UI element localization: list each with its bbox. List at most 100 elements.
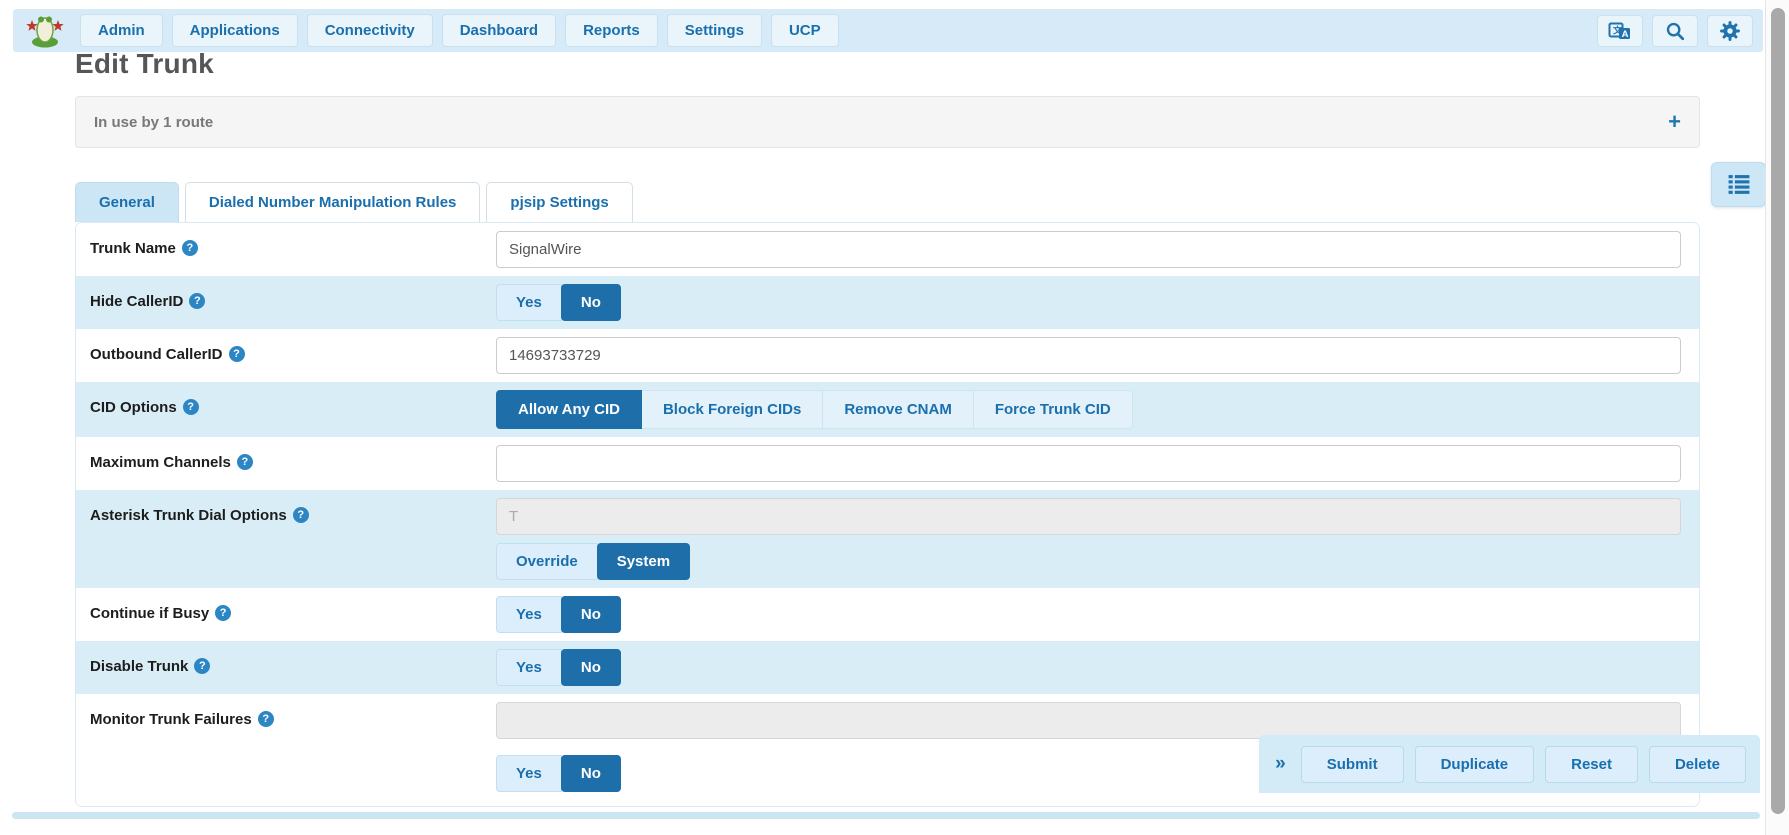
- monitor-trunk-failures-toggle: Yes No: [496, 755, 621, 792]
- label-text: Hide CallerID: [90, 293, 183, 310]
- label-text: Outbound CallerID: [90, 346, 223, 363]
- monitor-trunk-failures-input: [496, 702, 1681, 739]
- dial-options-row: Asterisk Trunk Dial Options? Override Sy…: [76, 490, 1699, 588]
- monitor-trunk-failures-label: Monitor Trunk Failures?: [90, 702, 496, 728]
- top-navbar: Admin Applications Connectivity Dashboar…: [13, 9, 1763, 52]
- dial-options-system-button[interactable]: System: [597, 543, 690, 580]
- disable-trunk-no-button[interactable]: No: [561, 649, 621, 686]
- help-icon[interactable]: ?: [258, 711, 274, 727]
- dial-options-input: [496, 498, 1681, 535]
- search-button[interactable]: [1652, 15, 1698, 47]
- disable-trunk-toggle: Yes No: [496, 649, 621, 686]
- tab-pjsip-settings[interactable]: pjsip Settings: [486, 182, 632, 222]
- monitor-failures-yes-button[interactable]: Yes: [496, 755, 562, 792]
- label-text: Asterisk Trunk Dial Options: [90, 507, 287, 524]
- cid-option-force-trunk-cid[interactable]: Force Trunk CID: [973, 390, 1133, 429]
- footer-divider: [12, 812, 1760, 819]
- main-content: Edit Trunk In use by 1 route + General D…: [75, 48, 1700, 807]
- tab-bar: General Dialed Number Manipulation Rules…: [75, 182, 1700, 222]
- nav-item-applications[interactable]: Applications: [172, 14, 298, 47]
- usage-text: In use by 1 route: [94, 114, 213, 131]
- hide-callerid-toggle: Yes No: [496, 284, 621, 321]
- disable-trunk-label: Disable Trunk?: [90, 649, 496, 675]
- continue-if-busy-yes-button[interactable]: Yes: [496, 596, 562, 633]
- disable-trunk-yes-button[interactable]: Yes: [496, 649, 562, 686]
- hide-callerid-row: Hide CallerID? Yes No: [76, 276, 1699, 329]
- continue-if-busy-row: Continue if Busy? Yes No: [76, 588, 1699, 641]
- label-text: Disable Trunk: [90, 658, 188, 675]
- hide-callerid-label: Hide CallerID?: [90, 284, 496, 310]
- outbound-callerid-row: Outbound CallerID?: [76, 329, 1699, 382]
- action-bar: » Submit Duplicate Reset Delete: [1259, 735, 1760, 793]
- label-text: Continue if Busy: [90, 605, 209, 622]
- help-icon[interactable]: ?: [229, 346, 245, 362]
- cid-options-label: CID Options?: [90, 390, 496, 416]
- search-icon: [1665, 21, 1685, 41]
- dial-options-override-button[interactable]: Override: [496, 543, 598, 580]
- language-button[interactable]: 文 A: [1597, 15, 1643, 47]
- frog-logo-icon: [25, 13, 65, 49]
- continue-if-busy-label: Continue if Busy?: [90, 596, 496, 622]
- help-icon[interactable]: ?: [194, 658, 210, 674]
- trunk-name-row: Trunk Name?: [76, 223, 1699, 276]
- general-settings-form: Trunk Name? Hide CallerID? Yes No: [75, 222, 1700, 807]
- maximum-channels-row: Maximum Channels?: [76, 437, 1699, 490]
- nav-icon-group: 文 A: [1597, 15, 1753, 47]
- nav-item-dashboard[interactable]: Dashboard: [442, 14, 556, 47]
- nav-item-ucp[interactable]: UCP: [771, 14, 839, 47]
- sidebar-list-button[interactable]: [1711, 162, 1766, 207]
- dial-options-label: Asterisk Trunk Dial Options?: [90, 498, 496, 524]
- cid-option-allow-any-cid[interactable]: Allow Any CID: [496, 390, 642, 429]
- hide-callerid-no-button[interactable]: No: [561, 284, 621, 321]
- label-text: Maximum Channels: [90, 454, 231, 471]
- settings-button[interactable]: [1707, 15, 1753, 47]
- label-text: CID Options: [90, 399, 177, 416]
- language-icon: 文 A: [1608, 21, 1632, 41]
- cid-options-row: CID Options? Allow Any CID Block Foreign…: [76, 382, 1699, 437]
- trunk-name-input[interactable]: [496, 231, 1681, 268]
- freepbx-logo[interactable]: [23, 12, 67, 50]
- outbound-callerid-input[interactable]: [496, 337, 1681, 374]
- cid-option-block-foreign-cids[interactable]: Block Foreign CIDs: [641, 390, 823, 429]
- hide-callerid-yes-button[interactable]: Yes: [496, 284, 562, 321]
- help-icon[interactable]: ?: [237, 454, 253, 470]
- svg-text:A: A: [1622, 29, 1629, 40]
- dial-options-toggle: Override System: [496, 543, 690, 580]
- trunk-name-label: Trunk Name?: [90, 231, 496, 257]
- disable-trunk-row: Disable Trunk? Yes No: [76, 641, 1699, 694]
- outbound-callerid-label: Outbound CallerID?: [90, 337, 496, 363]
- nav-item-reports[interactable]: Reports: [565, 14, 658, 47]
- usage-panel[interactable]: In use by 1 route +: [75, 96, 1700, 148]
- help-icon[interactable]: ?: [189, 293, 205, 309]
- nav-item-admin[interactable]: Admin: [80, 14, 163, 47]
- page: Admin Applications Connectivity Dashboar…: [0, 0, 1789, 835]
- empty-label: [90, 755, 496, 764]
- label-text: Monitor Trunk Failures: [90, 711, 252, 728]
- continue-if-busy-no-button[interactable]: No: [561, 596, 621, 633]
- reset-button[interactable]: Reset: [1545, 746, 1638, 783]
- nav-item-settings[interactable]: Settings: [667, 14, 762, 47]
- maximum-channels-input[interactable]: [496, 445, 1681, 482]
- help-icon[interactable]: ?: [215, 605, 231, 621]
- help-icon[interactable]: ?: [182, 240, 198, 256]
- gear-icon: [1719, 20, 1741, 42]
- tab-dialed-number-manipulation-rules[interactable]: Dialed Number Manipulation Rules: [185, 182, 481, 222]
- list-icon: [1726, 173, 1752, 197]
- cid-options-group: Allow Any CID Block Foreign CIDs Remove …: [496, 390, 1133, 429]
- help-icon[interactable]: ?: [183, 399, 199, 415]
- continue-if-busy-toggle: Yes No: [496, 596, 621, 633]
- scrollbar-thumb[interactable]: [1771, 8, 1785, 814]
- nav-item-connectivity[interactable]: Connectivity: [307, 14, 433, 47]
- submit-button[interactable]: Submit: [1301, 746, 1404, 783]
- cid-option-remove-cnam[interactable]: Remove CNAM: [822, 390, 974, 429]
- duplicate-button[interactable]: Duplicate: [1415, 746, 1535, 783]
- maximum-channels-label: Maximum Channels?: [90, 445, 496, 471]
- tab-general[interactable]: General: [75, 182, 179, 222]
- expand-plus-icon[interactable]: +: [1668, 111, 1681, 133]
- page-title: Edit Trunk: [75, 48, 1700, 80]
- monitor-failures-no-button[interactable]: No: [561, 755, 621, 792]
- scrollbar-track[interactable]: [1765, 0, 1789, 835]
- collapse-chevron-icon[interactable]: »: [1275, 753, 1286, 775]
- help-icon[interactable]: ?: [293, 507, 309, 523]
- delete-button[interactable]: Delete: [1649, 746, 1746, 783]
